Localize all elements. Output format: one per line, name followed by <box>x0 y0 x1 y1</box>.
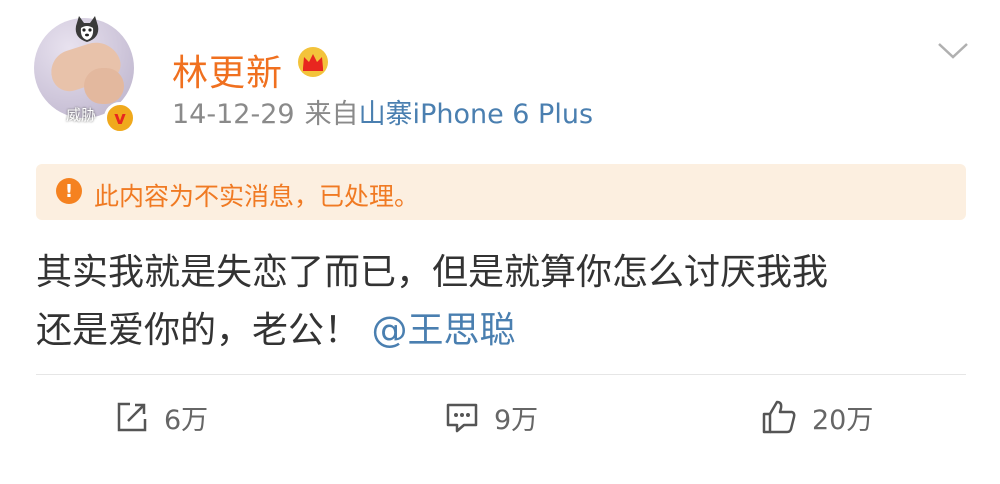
post-meta: 14-12-29 来自山寨iPhone 6 Plus <box>172 92 593 131</box>
comment-icon <box>446 403 478 433</box>
repost-icon <box>117 402 147 432</box>
repost-count: 6万 <box>164 404 209 436</box>
comment-count: 9万 <box>494 404 539 436</box>
like-count: 20万 <box>812 404 874 436</box>
source-link[interactable]: 山寨iPhone 6 Plus <box>359 99 593 130</box>
mention-link[interactable]: @王思聪 <box>371 310 515 351</box>
post-date: 14-12-29 <box>172 99 295 130</box>
post-text-line-2: 还是爱你的，老公！ <box>36 310 361 351</box>
notice-text: 此内容为不实消息，已处理。 <box>94 182 420 211</box>
thumbs-up-icon <box>762 400 796 434</box>
weibo-post: 威胁 v 林更新 14-12-29 来自山寨iPhone 6 Plus ! 此内容… <box>0 0 1000 484</box>
chevron-down-icon[interactable] <box>936 40 970 62</box>
post-text: 其实我就是失恋了而已，但是就算你怎么讨厌我我 还是爱你的，老公！ @王思聪 <box>36 244 966 360</box>
exclamation-icon: ! <box>56 178 82 204</box>
husky-icon <box>75 16 99 42</box>
source-prefix: 来自 <box>304 99 359 130</box>
verified-badge-icon: v <box>104 102 136 134</box>
repost-button[interactable]: 6万 <box>114 392 208 442</box>
avatar-photo-detail <box>84 68 124 104</box>
post-text-line: 其实我就是失恋了而已，但是就算你怎么讨厌我我 <box>36 252 829 293</box>
like-button[interactable]: 20万 <box>760 392 873 442</box>
avatar-caption: 威胁 <box>66 106 97 124</box>
username[interactable]: 林更新 <box>172 44 283 96</box>
comment-button[interactable]: 9万 <box>444 392 538 442</box>
post-text-line: 还是爱你的，老公！ @王思聪 <box>36 302 966 360</box>
crown-icon[interactable] <box>296 46 330 78</box>
divider <box>36 374 966 375</box>
notice-banner: ! 此内容为不实消息，已处理。 <box>36 164 966 220</box>
